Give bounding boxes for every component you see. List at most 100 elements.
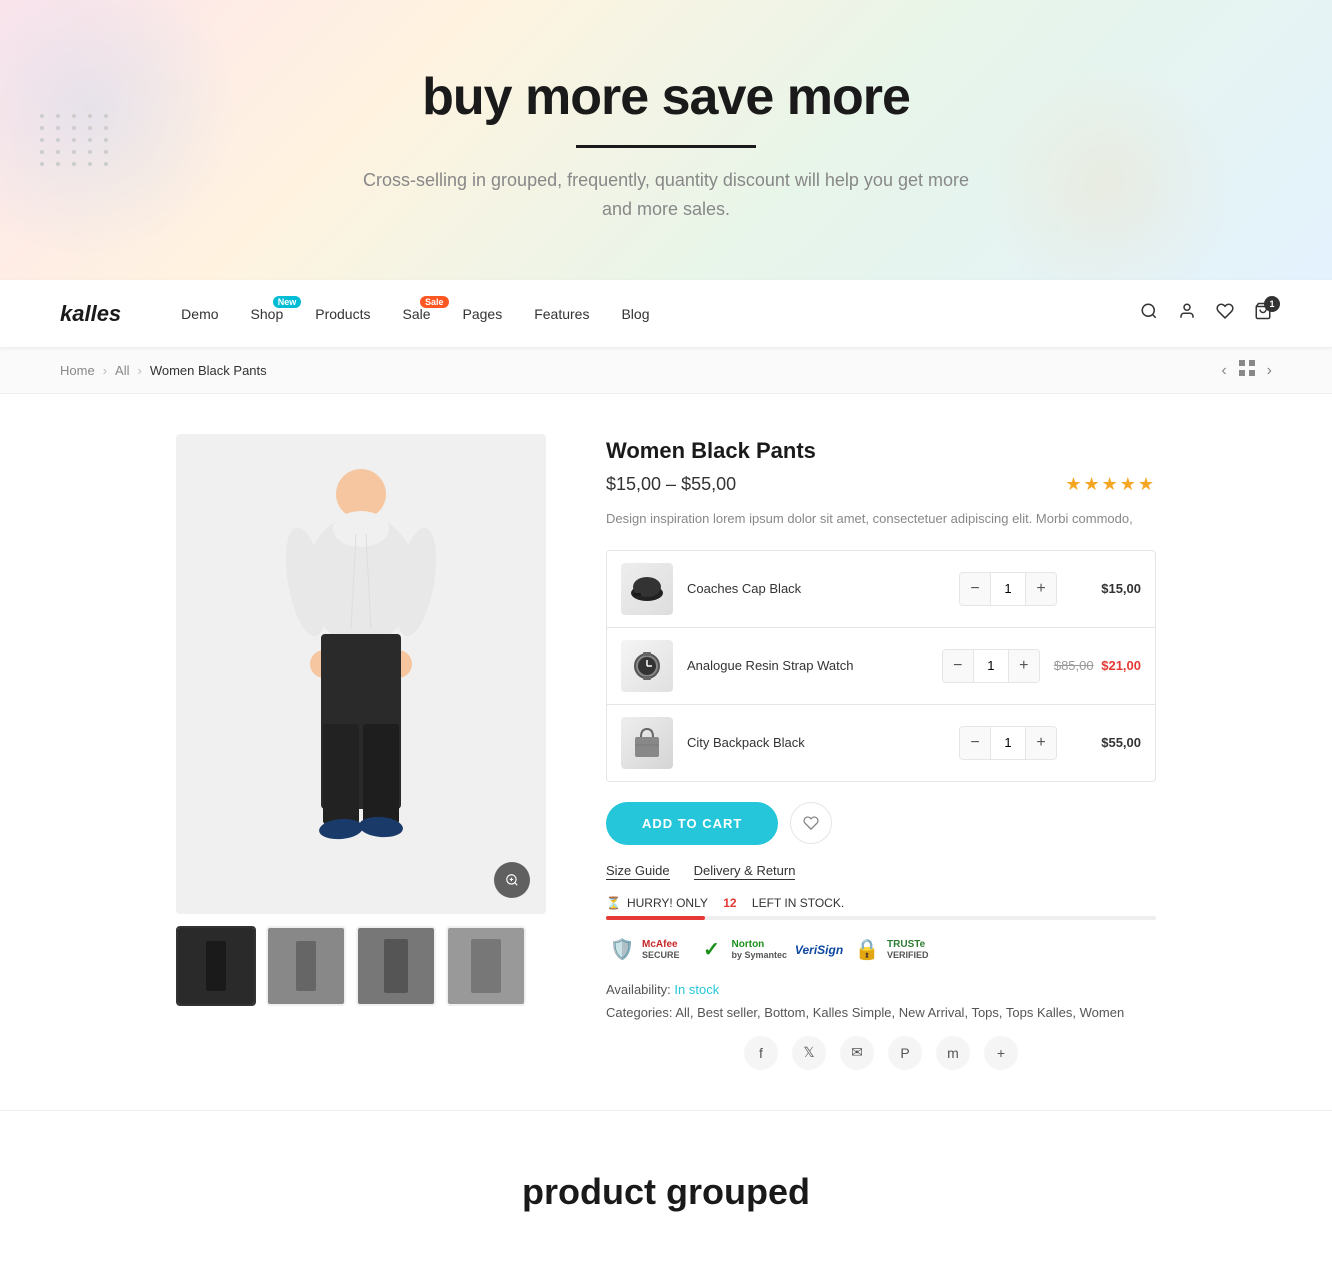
norton-icon: ✓ (696, 934, 728, 966)
product-grouped-section: product grouped (0, 1110, 1332, 1253)
nav-sale[interactable]: Sale Sale (402, 306, 430, 322)
availability: Availability: In stock (606, 982, 1156, 997)
qty-input-watch[interactable] (973, 650, 1009, 682)
truste-icon: 🔒 (851, 934, 883, 966)
product-grouped-title: product grouped (20, 1171, 1312, 1213)
cart-button[interactable]: 1 (1254, 302, 1272, 325)
categories-list: All, Best seller, Bottom, Kalles Simple,… (675, 1005, 1124, 1020)
add-to-cart-button[interactable]: ADD TO CART (606, 802, 778, 845)
grid-view-button[interactable] (1239, 360, 1255, 381)
sale-badge: Sale (420, 296, 449, 308)
next-product-button[interactable]: › (1267, 362, 1272, 380)
trust-truste: 🔒 TRUSTeVERIFIED (851, 934, 929, 966)
qty-increase-bag[interactable]: + (1026, 727, 1056, 759)
mcafee-label: McAfeeSECURE (642, 939, 680, 960)
main-nav: kalles Demo Shop New Products Sale Sale … (0, 280, 1332, 348)
item-thumb-watch (621, 640, 673, 692)
email-share[interactable]: ✉ (840, 1036, 874, 1070)
qty-decrease-watch[interactable]: − (943, 650, 973, 682)
hero-section: buy more save more Cross-selling in grou… (0, 0, 1332, 280)
trust-badges: 🛡️ McAfeeSECURE ✓ Nortonby Symantec Veri… (606, 934, 1156, 966)
stock-urgency: ⏳ HURRY! ONLY 12 LEFT IN STOCK. (606, 896, 1156, 920)
account-button[interactable] (1178, 302, 1196, 325)
breadcrumb-home[interactable]: Home (60, 363, 95, 378)
stock-bar (606, 916, 1156, 920)
nav-blog[interactable]: Blog (621, 306, 649, 322)
nav-icons: 1 (1140, 302, 1272, 325)
product-title: Women Black Pants (606, 438, 1156, 464)
delivery-link[interactable]: Delivery & Return (694, 863, 796, 880)
nav-shop[interactable]: Shop New (251, 306, 284, 322)
item-price-bag: $55,00 (1071, 735, 1141, 750)
verisign-icon: VeriSign (803, 934, 835, 966)
product-categories: Categories: All, Best seller, Bottom, Ka… (606, 1005, 1156, 1020)
nav-demo[interactable]: Demo (181, 306, 218, 322)
product-info: Women Black Pants $15,00 – $55,00 ★★★★★ … (606, 434, 1156, 1070)
item-price-cap: $15,00 (1071, 581, 1141, 596)
mcafee-icon: 🛡️ (606, 934, 638, 966)
norton-label: Nortonby Symantec (732, 939, 788, 960)
thumbnail-2[interactable] (266, 926, 346, 1006)
product-price: $15,00 – $55,00 (606, 474, 736, 495)
product-rating: ★★★★★ (1065, 474, 1156, 495)
search-button[interactable] (1140, 302, 1158, 325)
main-product-image (176, 434, 546, 914)
thumbnail-4[interactable] (446, 926, 526, 1006)
site-logo[interactable]: kalles (60, 301, 121, 327)
nav-features[interactable]: Features (534, 306, 589, 322)
hero-subtitle: Cross-selling in grouped, frequently, qu… (356, 166, 976, 224)
qty-decrease-cap[interactable]: − (960, 573, 990, 605)
breadcrumb: Home › All › Women Black Pants (60, 363, 267, 378)
breadcrumb-navigation: ‹ › (1221, 360, 1272, 381)
qty-increase-watch[interactable]: + (1009, 650, 1039, 682)
product-price-row: $15,00 – $55,00 ★★★★★ (606, 474, 1156, 495)
nav-pages[interactable]: Pages (463, 306, 503, 322)
trust-mcafee: 🛡️ McAfeeSECURE (606, 934, 680, 966)
item-thumb-bag (621, 717, 673, 769)
product-section: Women Black Pants $15,00 – $55,00 ★★★★★ … (116, 394, 1216, 1110)
item-name-bag: City Backpack Black (687, 735, 945, 750)
qty-input-bag[interactable] (990, 727, 1026, 759)
pinterest-share[interactable]: P (888, 1036, 922, 1070)
stock-fill (606, 916, 705, 920)
item-qty-cap: − + (959, 572, 1057, 606)
cart-row: ADD TO CART (606, 802, 1156, 845)
table-row: Coaches Cap Black − + $15,00 (607, 551, 1155, 628)
prev-product-button[interactable]: ‹ (1221, 362, 1226, 380)
nav-products[interactable]: Products (315, 306, 370, 322)
breadcrumb-bar: Home › All › Women Black Pants ‹ › (0, 348, 1332, 394)
qty-increase-cap[interactable]: + (1026, 573, 1056, 605)
thumbnail-1[interactable] (176, 926, 256, 1006)
qty-input-cap[interactable] (990, 573, 1026, 605)
thumbnail-row (176, 926, 546, 1006)
thumbnail-3[interactable] (356, 926, 436, 1006)
stock-text: ⏳ HURRY! ONLY 12 LEFT IN STOCK. (606, 896, 1156, 910)
twitter-share[interactable]: 𝕏 (792, 1036, 826, 1070)
size-guide-link[interactable]: Size Guide (606, 863, 670, 880)
nav-links: Demo Shop New Products Sale Sale Pages F… (181, 306, 1140, 322)
product-links: Size Guide Delivery & Return (606, 863, 1156, 880)
facebook-share[interactable]: f (744, 1036, 778, 1070)
breadcrumb-current: Women Black Pants (150, 363, 267, 378)
decorative-dots (40, 114, 112, 166)
table-row: Analogue Resin Strap Watch − + $85,00 $2… (607, 628, 1155, 705)
zoom-button[interactable] (494, 862, 530, 898)
cart-count: 1 (1264, 296, 1280, 312)
wishlist-button[interactable] (1216, 302, 1234, 325)
hero-divider (576, 145, 756, 148)
item-qty-watch: − + (942, 649, 1040, 683)
items-table: Coaches Cap Black − + $15,00 Analogue Re… (606, 550, 1156, 782)
hero-title: buy more save more (422, 67, 910, 127)
trust-norton: ✓ Nortonby Symantec (696, 934, 788, 966)
qty-decrease-bag[interactable]: − (960, 727, 990, 759)
trust-verisign: VeriSign (803, 934, 835, 966)
shop-badge: New (273, 296, 302, 308)
truste-label: TRUSTeVERIFIED (887, 939, 929, 960)
product-image-svg (176, 434, 546, 914)
messenger-share[interactable]: m (936, 1036, 970, 1070)
more-share[interactable]: + (984, 1036, 1018, 1070)
wishlist-button[interactable] (790, 802, 832, 844)
breadcrumb-all[interactable]: All (115, 363, 129, 378)
item-thumb-cap (621, 563, 673, 615)
product-images (176, 434, 546, 1070)
